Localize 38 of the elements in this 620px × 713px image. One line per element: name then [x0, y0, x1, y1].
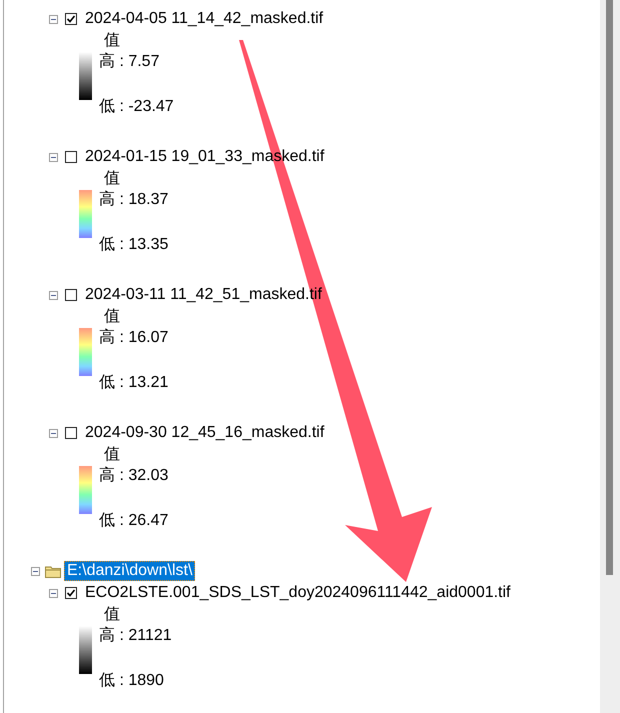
layer-name[interactable]: 2024-04-05 11_14_42_masked.tif	[85, 10, 324, 28]
low-value-label: 低 : -23.47	[99, 97, 174, 117]
color-ramp	[79, 466, 92, 514]
high-value-label: 高 : 16.07	[99, 328, 168, 348]
legend-heading: 值	[103, 307, 121, 327]
collapse-icon[interactable]	[49, 14, 58, 24]
low-value-label: 低 : 1890	[99, 671, 165, 691]
collapse-icon[interactable]	[49, 290, 58, 300]
collapse-icon[interactable]	[49, 588, 58, 598]
high-value-label: 高 : 18.37	[99, 190, 168, 210]
low-value-label: 低 : 13.21	[99, 373, 168, 393]
legend-heading: 值	[103, 169, 121, 189]
legend-heading: 值	[103, 445, 121, 465]
legend-heading: 值	[103, 31, 121, 51]
collapse-icon[interactable]	[31, 566, 40, 576]
layer-checkbox[interactable]	[65, 587, 77, 599]
layer-checkbox[interactable]	[65, 151, 77, 163]
color-ramp	[79, 626, 92, 674]
color-ramp	[79, 328, 92, 376]
layer-checkbox[interactable]	[65, 13, 77, 25]
layer-checkbox[interactable]	[65, 289, 77, 301]
color-ramp	[79, 190, 92, 238]
legend-heading: 值	[103, 605, 121, 625]
group-path[interactable]: E:\danzi\down\lst\	[64, 561, 196, 581]
high-value-label: 高 : 21121	[99, 626, 172, 646]
layer-name[interactable]: 2024-09-30 12_45_16_masked.tif	[85, 424, 324, 442]
scrollbar[interactable]	[600, 0, 620, 713]
low-value-label: 低 : 26.47	[99, 511, 168, 531]
collapse-icon[interactable]	[49, 428, 58, 438]
high-value-label: 高 : 7.57	[99, 52, 160, 72]
scroll-thumb[interactable]	[606, 0, 613, 575]
low-value-label: 低 : 13.35	[99, 235, 168, 255]
layer-checkbox[interactable]	[65, 427, 77, 439]
folder-icon	[45, 564, 61, 578]
high-value-label: 高 : 32.03	[99, 466, 168, 486]
color-ramp	[79, 52, 92, 100]
layer-name[interactable]: ECO2LSTE.001_SDS_LST_doy2024096111442_aid0001.tif	[85, 584, 510, 602]
collapse-icon[interactable]	[49, 152, 58, 162]
